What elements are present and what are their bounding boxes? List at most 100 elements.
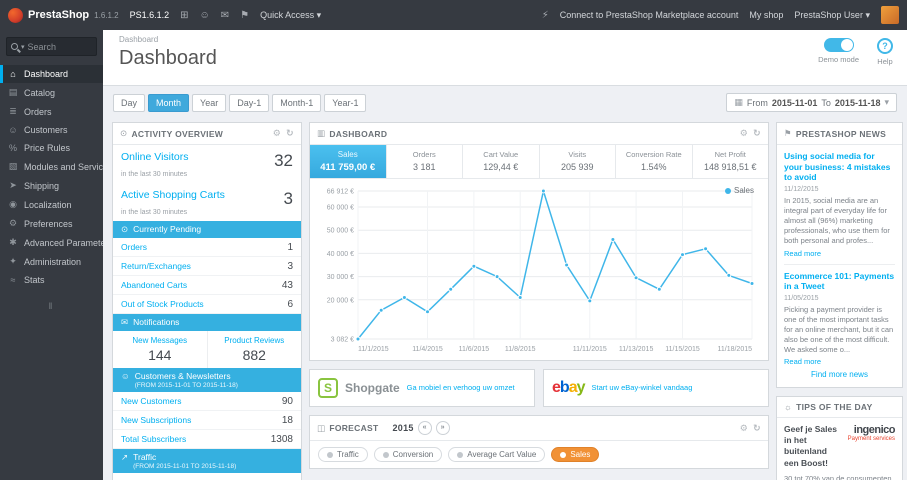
sidebar-item-orders[interactable]: ≣ Orders	[0, 102, 103, 121]
user-avatar[interactable]	[881, 6, 899, 24]
date-from-value: 2015-11-01	[771, 97, 818, 108]
marketplace-connect-link[interactable]: Connect to PrestaShop Marketplace accoun…	[560, 10, 739, 20]
pending-orders-link[interactable]: Orders	[121, 242, 147, 252]
dashboard-content: ⊙ ACTIVITY OVERVIEW ⚙ ↻ Online Visitors …	[103, 122, 907, 480]
quick-access-menu[interactable]: Quick Access ▾	[260, 10, 321, 21]
sidebar-item-customers[interactable]: ☺ Customers	[0, 121, 103, 139]
sidebar-search[interactable]: ▾	[6, 37, 97, 56]
sidebar-item-label: Modules and Services	[24, 161, 103, 172]
price-rules-icon: %	[8, 143, 17, 153]
date-range-picker[interactable]: ▦ From 2015-11-01 To 2015-11-18 ▾	[726, 93, 897, 112]
total-subscribers-link[interactable]: Total Subscribers	[121, 434, 186, 444]
svg-text:30 000 €: 30 000 €	[327, 274, 354, 281]
forecast-toggle-conversion[interactable]: Conversion	[373, 447, 443, 462]
breadcrumb[interactable]: Dashboard	[119, 35, 158, 44]
search-input[interactable]	[27, 41, 86, 52]
sidebar-item-label: Preferences	[24, 218, 73, 229]
customer-icon[interactable]: ☺	[200, 10, 210, 21]
out-of-stock-link[interactable]: Out of Stock Products	[121, 299, 204, 309]
user-menu[interactable]: PrestaShop User ▾	[794, 10, 870, 21]
sidebar-item-catalog[interactable]: ▤ Catalog	[0, 83, 103, 102]
product-reviews-cell[interactable]: Product Reviews 882	[206, 331, 302, 368]
dashboard-column: ▥ DASHBOARD ⚙ ↻ Sales 411 759,00 € Order…	[309, 122, 769, 477]
refresh-icon[interactable]: ↻	[753, 128, 761, 139]
legend-dot-icon	[327, 451, 333, 458]
new-messages-link[interactable]: New Messages	[117, 336, 203, 345]
online-visitors-link[interactable]: Online Visitors	[121, 151, 189, 163]
sidebar-item-preferences[interactable]: ⚙ Preferences	[0, 214, 103, 233]
cart-icon[interactable]: ⊞	[180, 10, 188, 21]
range-year-1-button[interactable]: Year-1	[324, 93, 367, 112]
prestashop-logo[interactable]: PrestaShop 1.6.1.2	[8, 7, 119, 23]
read-more-link[interactable]: Read more	[784, 249, 895, 258]
active-carts-link[interactable]: Active Shopping Carts	[121, 189, 225, 201]
next-year-button[interactable]: »	[435, 421, 450, 435]
kpi-sales-tab[interactable]: Sales 411 759,00 €	[310, 145, 387, 178]
read-more-link[interactable]: Read more	[784, 357, 895, 366]
demo-mode-toggle[interactable]	[823, 38, 854, 52]
sidebar-item-label: Localization	[24, 199, 72, 210]
ebay-ad-link[interactable]: Start uw eBay-winkel vandaag	[592, 383, 693, 393]
gear-icon[interactable]: ⚙	[740, 423, 748, 434]
traffic-icon: ↗	[121, 452, 129, 462]
dashboard-panel: ▥ DASHBOARD ⚙ ↻ Sales 411 759,00 € Order…	[309, 122, 769, 361]
kpi-conversion-rate-tab[interactable]: Conversion Rate 1.54%	[616, 145, 693, 178]
panel-actions: ⚙ ↻	[740, 423, 761, 434]
help-icon[interactable]: ?	[877, 38, 893, 54]
forecast-toggle-sales[interactable]: Sales	[551, 447, 600, 462]
ebay-ad[interactable]: ebay Start uw eBay-winkel vandaag	[543, 369, 769, 407]
news-column: ⚑ PRESTASHOP NEWS Using social media for…	[776, 122, 903, 480]
abandoned-carts-link[interactable]: Abandoned Carts	[121, 280, 187, 290]
gear-icon[interactable]: ⚙	[740, 128, 748, 139]
dashboard-panel-icon: ▥	[317, 128, 326, 138]
my-shop-link[interactable]: My shop	[749, 10, 783, 20]
shopgate-ad-link[interactable]: Ga mobiel en verhoog uw omzet	[407, 383, 515, 393]
flag-icon[interactable]: ⚑	[240, 10, 249, 21]
range-day-1-button[interactable]: Day-1	[229, 93, 270, 112]
range-month-1-button[interactable]: Month-1	[272, 93, 322, 112]
sidebar-item-shipping[interactable]: ➤ Shipping	[0, 176, 103, 195]
new-messages-cell[interactable]: New Messages 144	[113, 331, 207, 368]
range-year-button[interactable]: Year	[192, 93, 227, 112]
pending-returns-link[interactable]: Return/Exchanges	[121, 261, 191, 271]
sidebar-item-localization[interactable]: ◉ Localization	[0, 195, 103, 214]
news-article-title[interactable]: Using social media for your business: 4 …	[784, 151, 895, 183]
sidebar-item-label: Price Rules	[24, 143, 71, 153]
kpi-visits-tab[interactable]: Visits 205 939	[540, 145, 616, 178]
dashboard-panel-title: DASHBOARD	[329, 128, 388, 139]
sidebar-item-administration[interactable]: ✦ Administration	[0, 252, 103, 271]
shop-version-badge[interactable]: PS1.6.1.2	[130, 10, 170, 20]
logo-text: PrestaShop	[28, 9, 90, 21]
ebay-logo-text: ebay	[552, 379, 585, 397]
range-month-button[interactable]: Month	[148, 93, 190, 112]
sidebar-item-dashboard[interactable]: ⌂ Dashboard	[0, 65, 103, 83]
refresh-icon[interactable]: ↻	[753, 423, 761, 434]
forecast-toggle-traffic[interactable]: Traffic	[318, 447, 368, 462]
kpi-orders-tab[interactable]: Orders 3 181	[387, 145, 463, 178]
product-reviews-link[interactable]: Product Reviews	[212, 336, 298, 345]
shopgate-ad[interactable]: S Shopgate Ga mobiel en verhoog uw omzet	[309, 369, 535, 407]
page-header: Dashboard Dashboard Demo mode ? Help	[103, 30, 907, 86]
google-analytics-link[interactable]: ↗ Link to your Google Analytics account	[113, 473, 301, 480]
new-customers-link[interactable]: New Customers	[121, 396, 181, 406]
find-more-news-link[interactable]: Find more news	[784, 366, 895, 383]
sidebar-item-stats[interactable]: ≈ Stats	[0, 271, 103, 289]
news-article-title[interactable]: Ecommerce 101: Payments in a Tweet	[784, 271, 895, 292]
sidebar-item-advanced-parameters[interactable]: ✱ Advanced Parameters	[0, 233, 103, 252]
total-subscribers-row: Total Subscribers 1308	[113, 430, 301, 449]
gear-icon[interactable]: ⚙	[273, 128, 281, 139]
previous-year-button[interactable]: «	[417, 421, 432, 435]
new-subscriptions-link[interactable]: New Subscriptions	[121, 415, 191, 425]
kpi-cart-value-tab[interactable]: Cart Value 129,44 €	[463, 145, 540, 178]
forecast-toggle-average-cart-value[interactable]: Average Cart Value	[448, 447, 546, 462]
range-day-button[interactable]: Day	[113, 93, 146, 112]
kpi-net-profit-tab[interactable]: Net Profit 148 918,51 €	[693, 145, 769, 178]
refresh-icon[interactable]: ↻	[286, 128, 294, 139]
sidebar-item-modules[interactable]: ▧ Modules and Services	[0, 157, 103, 176]
svg-text:66 912 €: 66 912 €	[327, 189, 354, 196]
activity-panel-title: ACTIVITY OVERVIEW	[131, 128, 224, 139]
sidebar-collapse-handle[interactable]: ‖	[0, 301, 103, 311]
caret-down-icon[interactable]: ▾	[21, 43, 25, 51]
mail-icon[interactable]: ✉	[221, 10, 229, 21]
sidebar-item-price-rules[interactable]: % Price Rules	[0, 139, 103, 157]
